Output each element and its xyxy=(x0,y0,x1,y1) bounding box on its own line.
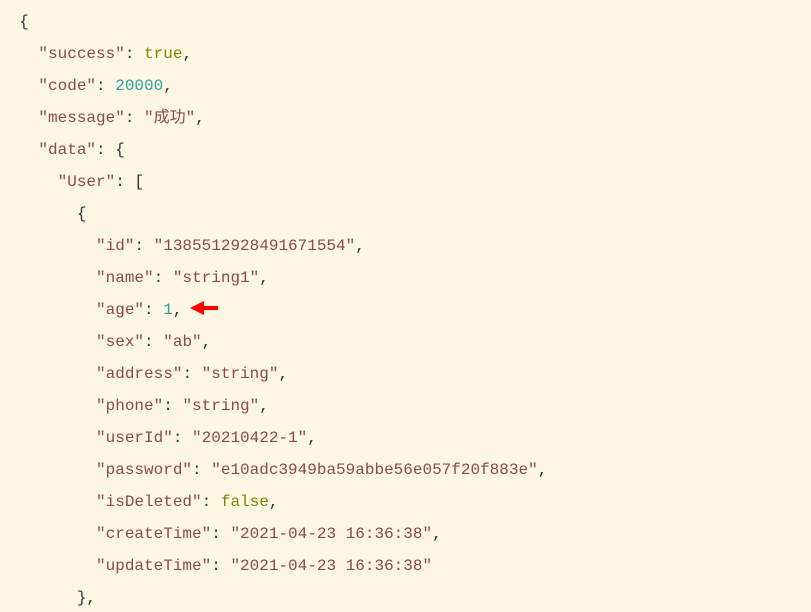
json-key: "User" xyxy=(58,173,116,191)
json-line: "id": "1385512928491671554", xyxy=(0,230,811,262)
json-line: "isDeleted": false, xyxy=(0,486,811,518)
json-key: "address" xyxy=(96,365,182,383)
json-key: "sex" xyxy=(96,333,144,351)
json-line: "message": "成功", xyxy=(0,102,811,134)
json-line: "sex": "ab", xyxy=(0,326,811,358)
json-line: "phone": "string", xyxy=(0,390,811,422)
json-value: false xyxy=(221,493,269,511)
json-value: "2021-04-23 16:36:38" xyxy=(230,557,432,575)
json-line: "createTime": "2021-04-23 16:36:38", xyxy=(0,518,811,550)
json-line: "password": "e10adc3949ba59abbe56e057f20… xyxy=(0,454,811,486)
json-key: "updateTime" xyxy=(96,557,211,575)
json-value: "成功" xyxy=(144,109,195,127)
json-viewer: { "json": { "success_key": "\"success\""… xyxy=(0,0,811,612)
json-value: true xyxy=(144,45,182,63)
json-value: "string1" xyxy=(173,269,259,287)
json-value: "ab" xyxy=(163,333,201,351)
json-key: "success" xyxy=(38,45,124,63)
json-key: "isDeleted" xyxy=(96,493,202,511)
json-key: "message" xyxy=(38,109,124,127)
json-value: "string" xyxy=(202,365,279,383)
json-key: "name" xyxy=(96,269,154,287)
json-line: "userId": "20210422-1", xyxy=(0,422,811,454)
json-value: "2021-04-23 16:36:38" xyxy=(230,525,432,543)
json-line: }, xyxy=(0,582,811,612)
json-key: "phone" xyxy=(96,397,163,415)
json-line: { xyxy=(0,198,811,230)
json-line: "User": [ xyxy=(0,166,811,198)
json-line: "data": { xyxy=(0,134,811,166)
json-value: "e10adc3949ba59abbe56e057f20f883e" xyxy=(211,461,537,479)
json-key: "id" xyxy=(96,237,134,255)
json-key: "code" xyxy=(38,77,96,95)
json-line: "success": true, xyxy=(0,38,811,70)
json-line-highlight: "age": 1, xyxy=(0,294,811,326)
json-value: 1 xyxy=(163,301,173,319)
json-value: "string" xyxy=(182,397,259,415)
json-key: "age" xyxy=(96,301,144,319)
json-value: "1385512928491671554" xyxy=(154,237,356,255)
json-key: "userId" xyxy=(96,429,173,447)
json-line: "address": "string", xyxy=(0,358,811,390)
json-key: "password" xyxy=(96,461,192,479)
json-value: 20000 xyxy=(115,77,163,95)
json-value: "20210422-1" xyxy=(192,429,307,447)
json-line: "updateTime": "2021-04-23 16:36:38" xyxy=(0,550,811,582)
json-line: "code": 20000, xyxy=(0,70,811,102)
json-key: "createTime" xyxy=(96,525,211,543)
json-line: { xyxy=(0,6,811,38)
json-key: "data" xyxy=(38,141,96,159)
json-line: "name": "string1", xyxy=(0,262,811,294)
